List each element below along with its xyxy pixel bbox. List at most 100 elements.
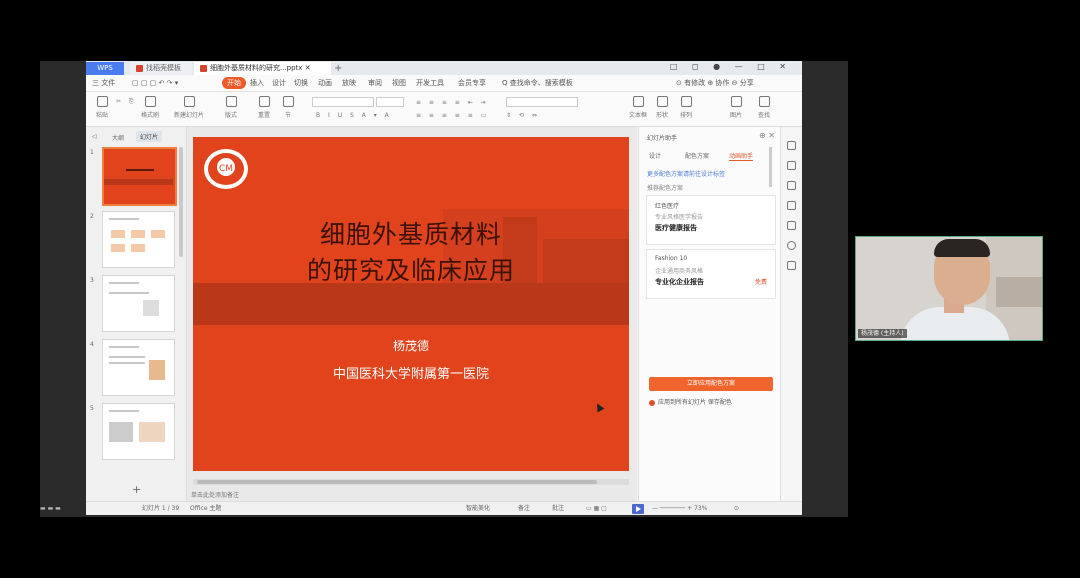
new-tab-button[interactable]: + [328,62,348,75]
fit-window-icon[interactable]: ⊙ [734,504,739,514]
panel-collapse-icon[interactable]: ◁ [92,133,97,140]
reset-button[interactable]: 重置 [254,96,274,119]
theme-name: Office 主题 [190,505,222,512]
format-painter-label: 格式刷 [140,112,159,119]
thumb-number: 2 [90,213,94,220]
arrange-button[interactable]: 排列 [676,96,696,119]
textbox-button[interactable]: 文本框 [628,96,648,119]
tab-slides[interactable]: 幻灯片 [136,131,163,142]
slide-thumbnail-5[interactable] [102,403,175,460]
notes-placeholder[interactable]: 单击此处添加备注 [187,490,637,501]
apply-scheme-button[interactable]: 立即应用配色方案 [649,377,773,391]
thumb-image [109,422,133,442]
menu-quick-icons[interactable]: ▢ ▢ ▢ ↶ ↷ ▾ [132,77,178,89]
assistant-tool-icon[interactable] [787,241,796,250]
tab-assistant-animation[interactable]: 动画助手 [729,151,754,161]
tab-presentation-file[interactable]: 细胞外基质材料的研究...pptx ✕ [194,62,331,75]
thumb-title-line [109,282,139,284]
reset-label: 重置 [257,112,270,119]
menu-view[interactable]: 视图 [392,77,406,89]
tab-assistant-color[interactable]: 配色方案 [685,151,709,160]
text-direction-buttons[interactable]: ⇕ ⟲ ⇔ [506,112,540,119]
slide-affiliation: 中国医科大学附属第一医院 [332,367,489,382]
format-painter-button[interactable]: 格式刷 [140,96,160,119]
more-schemes-link[interactable]: 更多配色方案请前往设计标签 [647,169,725,178]
transition-tool-icon[interactable] [787,181,796,190]
menu-insert[interactable]: 插入 [250,77,264,89]
assistant-scrollbar[interactable] [769,147,772,187]
slide-thumbnail-1[interactable] [102,147,177,206]
wps-presentation-window: WPS 找稻壳模板 细胞外基质材料的研究...pptx ✕ + □ ◻ ● — … [86,61,802,515]
reset-icon [258,96,270,107]
beautify-button[interactable]: 智能美化 [466,504,490,514]
shape-button[interactable]: 形状 [652,96,672,119]
format-tool-icon[interactable] [787,201,796,210]
section-button[interactable]: 节 [278,96,298,119]
play-slideshow-button[interactable] [632,504,644,514]
text-effects-field[interactable] [506,97,578,107]
arrange-label: 排列 [679,112,692,119]
menu-member[interactable]: 会员专享 [458,77,486,89]
current-slide[interactable]: CM 细胞外基质材料 的研究及临床应用 杨茂德 中国医科大学附属第一医院 [193,137,629,471]
search-command[interactable]: Q 查找命令、搜索模板 [502,77,573,89]
menu-file[interactable]: 三 文件 [92,77,115,89]
tab-close-icon[interactable]: ✕ [305,64,311,72]
find-label: 查找 [757,112,770,119]
paste-button[interactable]: 粘贴 [92,96,112,119]
thumb-box [151,230,165,238]
align-buttons[interactable]: ≡ ≡ ≡ ≡ ≡ ▭ [416,112,489,119]
menu-developer[interactable]: 开发工具 [416,77,444,89]
menu-review[interactable]: 审阅 [368,77,382,89]
slide-thumbnail-4[interactable] [102,339,175,396]
menu-bar: 三 文件 ▢ ▢ ▢ ↶ ↷ ▾ 开始 插入 设计 切换 动画 放映 审阅 视图… [86,75,802,92]
menu-design[interactable]: 设计 [272,77,286,89]
layout-button[interactable]: 版式 [218,96,244,119]
view-mode-icons[interactable]: ▭ ▦ ▢ [586,504,607,514]
picture-button[interactable]: 图片 [726,96,746,119]
radio-icon[interactable] [649,399,655,406]
scheme-card-2[interactable]: Fashion 10 企业通用商务风格 专业化企业报告 免费 [646,249,776,299]
free-badge: 免费 [754,279,767,286]
new-slide-label: 新建幻灯片 [174,112,205,119]
section-icon [282,96,294,107]
section-label: 节 [284,112,291,119]
picture-icon [730,96,742,107]
tab-assistant-design[interactable]: 设计 [649,151,661,160]
zoom-slider[interactable]: — ─────── + 73% [652,504,707,514]
animation-tool-icon[interactable] [787,161,796,170]
comments-toggle[interactable]: 批注 [552,504,564,514]
menu-slideshow[interactable]: 放映 [342,77,356,89]
font-style-buttons[interactable]: B I U S A ▾ A [316,112,392,119]
slide-thumbnail-2[interactable] [102,211,175,268]
slide-thumbnail-3[interactable] [102,275,175,332]
scheme-card-1[interactable]: 红色医疗 专业风格医学报告 医疗健康报告 [646,195,776,245]
find-icon [758,96,770,107]
horizontal-scroll-thumb[interactable] [197,480,597,484]
paste-label: 粘贴 [95,112,108,119]
window-controls[interactable]: □ ◻ ● — □ ✕ [670,62,792,71]
slide-title-line1: 细胞外基质材料 [319,220,502,249]
shape-tool-icon[interactable] [787,221,796,230]
add-slide-button[interactable]: + [132,483,141,496]
paragraph-buttons[interactable]: ≡ ≡ ≡ ≡ ⇤ ⇥ [416,99,489,106]
slide-editing-area: CM 细胞外基质材料 的研究及临床应用 杨茂德 中国医科大学附属第一医院 单击此… [187,127,637,501]
font-size-select[interactable] [376,97,404,107]
tab-docer-templates[interactable]: 找稻壳模板 [130,62,192,75]
new-slide-button[interactable]: 新建幻灯片 [174,96,204,119]
tab-wps-home[interactable]: WPS [86,62,124,75]
menu-transition[interactable]: 切换 [294,77,308,89]
find-button[interactable]: 查找 [754,96,774,119]
menu-collab[interactable]: ⊙ 有修改 ⊕ 协作 ⊖ 分享 [676,77,754,89]
settings-tool-icon[interactable] [787,261,796,270]
menu-animation[interactable]: 动画 [318,77,332,89]
apply-options-label: 应用到所有幻灯片 保存配色 [658,399,732,406]
tab-outline[interactable]: 大纲 [112,133,124,142]
apply-options[interactable]: 应用到所有幻灯片 保存配色 [649,397,732,406]
clipboard-mini-tools[interactable]: ✂ ⎘ [116,98,137,106]
design-tool-icon[interactable] [787,141,796,150]
menu-start[interactable]: 开始 [222,77,246,89]
assistant-close-icon[interactable]: ⊕ ✕ [759,131,775,140]
thumbnail-scrollbar[interactable] [179,147,183,257]
font-family-select[interactable] [312,97,374,107]
notes-toggle[interactable]: 备注 [518,504,530,514]
